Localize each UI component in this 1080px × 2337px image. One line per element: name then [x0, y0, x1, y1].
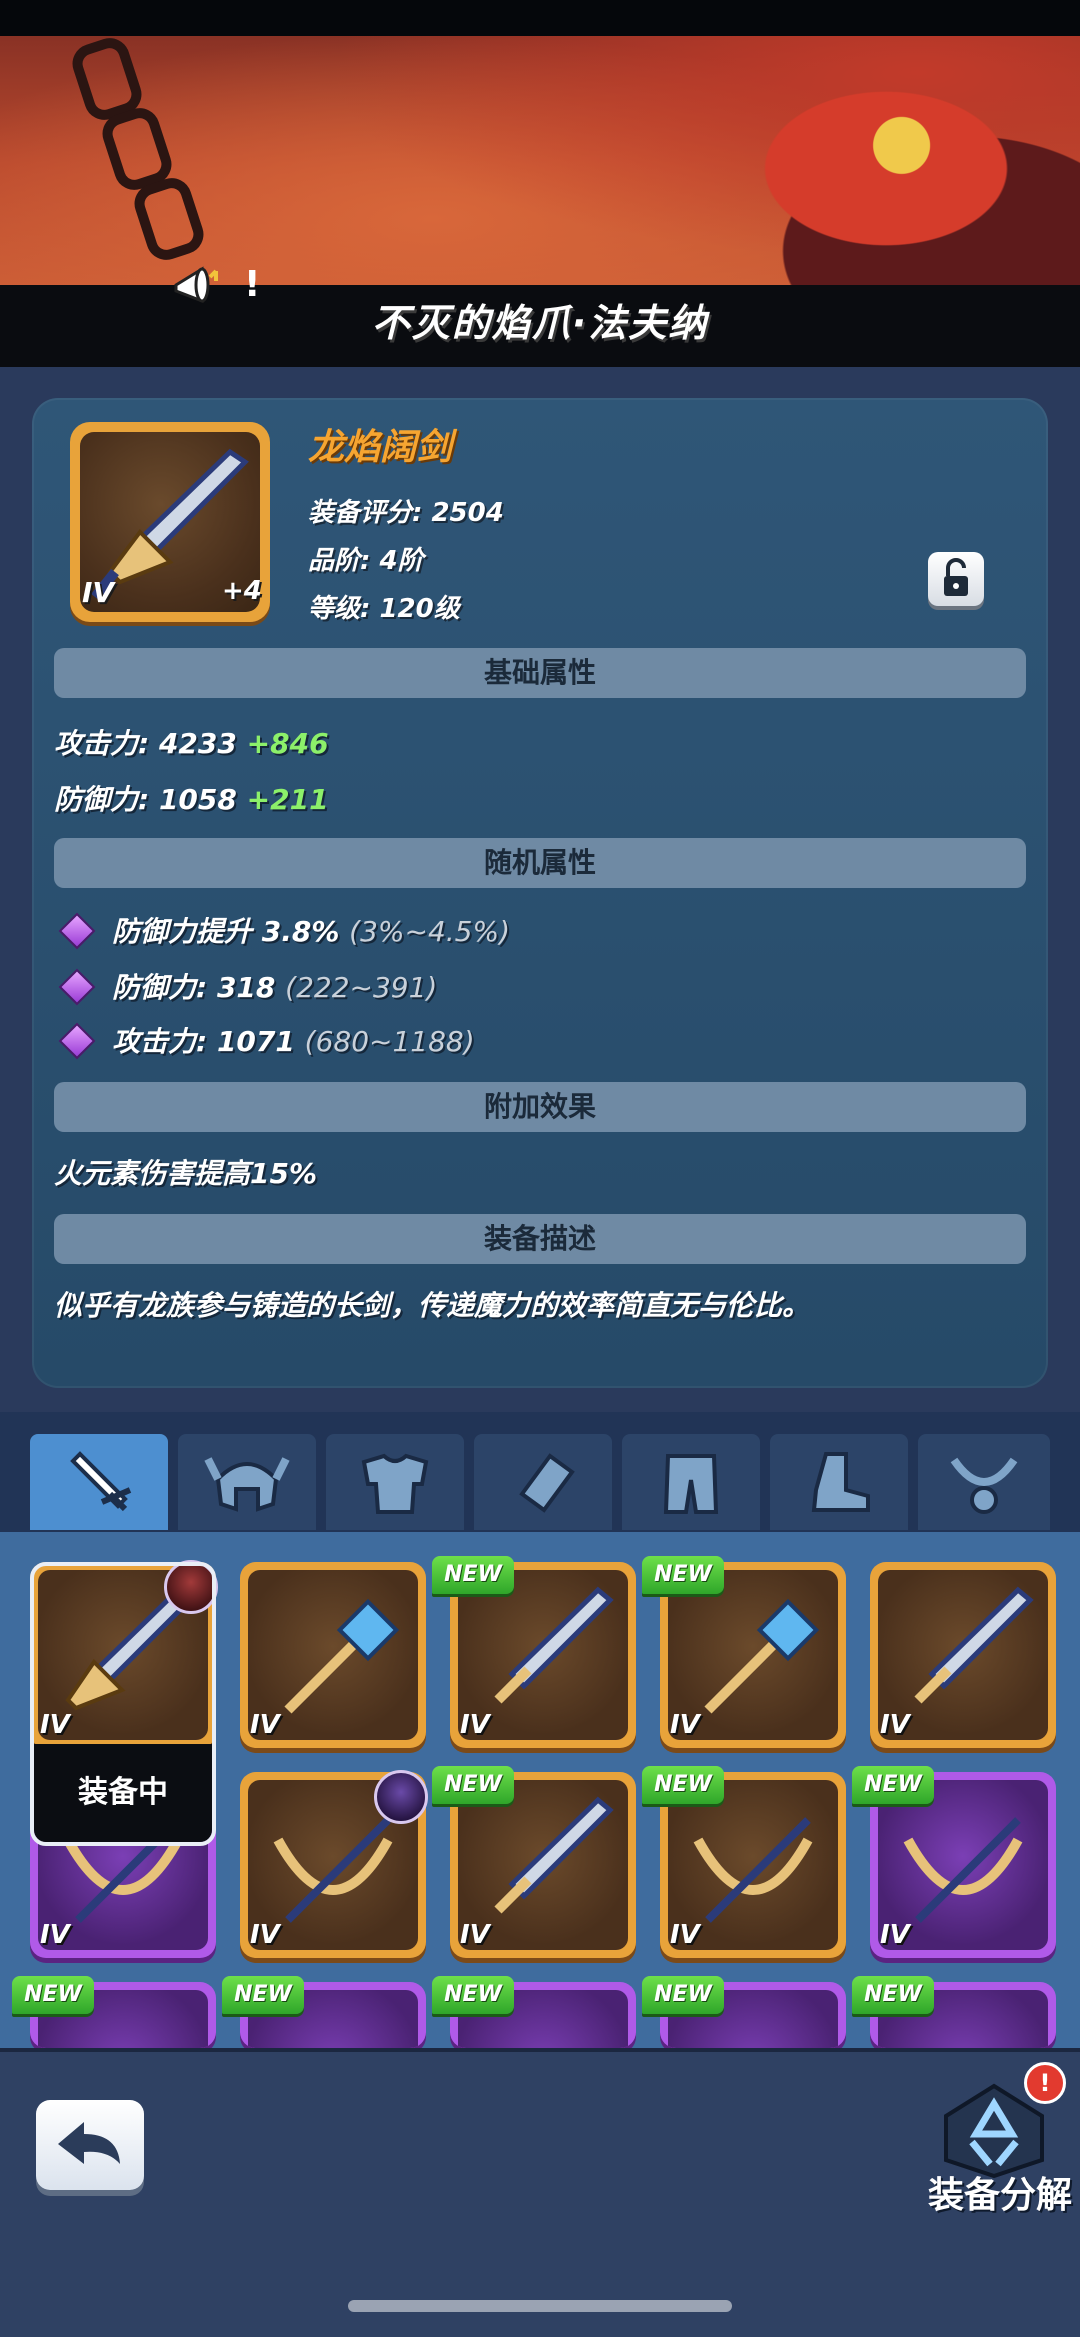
item-description: 似乎有龙族参与铸造的长剑，传递魔力的效率简直无与伦比。	[54, 1289, 811, 1322]
new-badge: NEW	[222, 1976, 304, 2014]
new-badge: NEW	[642, 1556, 724, 1594]
section-extra-effect: 附加效果	[54, 1082, 1026, 1132]
lock-button[interactable]	[928, 552, 984, 606]
inventory-slot[interactable]: IV	[870, 1562, 1056, 1748]
item-name: 龙焰阔剑	[308, 427, 453, 468]
tab-helmet[interactable]	[178, 1434, 316, 1530]
random-attr-1: 防御力提升 3.8% (3%~4.5%)	[112, 915, 511, 948]
random-attr-2: 防御力: 318 (222~391)	[112, 971, 438, 1004]
new-badge: NEW	[852, 1976, 934, 2014]
item-score: 装备评分: 2504	[308, 498, 504, 528]
tab-armor[interactable]	[326, 1434, 464, 1530]
tab-pants[interactable]	[622, 1434, 760, 1530]
item-enhance-level: +4	[222, 576, 262, 606]
new-badge: NEW	[432, 1556, 514, 1594]
unlock-icon	[944, 558, 968, 596]
tab-necklace[interactable]	[918, 1434, 1050, 1530]
section-random-attrs: 随机属性	[54, 838, 1026, 888]
equipped-label: 装备中	[78, 1775, 168, 1810]
base-attr-attack: 攻击力: 4233 +846	[54, 727, 329, 760]
back-arrow-icon	[58, 2122, 120, 2164]
new-badge: NEW	[642, 1766, 724, 1804]
bracer-icon	[519, 1453, 575, 1513]
tab-sword[interactable]	[30, 1434, 168, 1530]
pants-icon	[663, 1454, 719, 1514]
tab-bracer[interactable]	[474, 1434, 612, 1530]
dismantle-label[interactable]: 装备分解	[920, 2166, 1080, 2218]
helmet-icon	[204, 1457, 290, 1512]
alert-badge: !	[1024, 2062, 1066, 2104]
new-badge: NEW	[642, 1976, 724, 2014]
new-badge: NEW	[852, 1766, 934, 1804]
boss-name: 不灭的焰爪·法夫纳	[371, 301, 709, 345]
extra-effect-text: 火元素伤害提高15%	[54, 1157, 318, 1190]
new-badge: NEW	[12, 1976, 94, 2014]
armor-icon	[361, 1453, 429, 1514]
section-base-attrs: 基础属性	[54, 648, 1026, 698]
random-attr-3: 攻击力: 1071 (680~1188)	[112, 1025, 475, 1058]
item-grade: 品阶: 4阶	[308, 546, 424, 576]
home-indicator	[348, 2300, 732, 2312]
bottom-bar	[0, 2052, 1080, 2337]
tab-boots[interactable]	[770, 1434, 908, 1530]
section-description: 装备描述	[54, 1214, 1026, 1264]
base-attr-defense: 防御力: 1058 +211	[54, 783, 329, 816]
new-badge: NEW	[432, 1766, 514, 1804]
sword-icon	[70, 1451, 132, 1512]
item-level: 等级: 120级	[308, 594, 460, 624]
new-badge: NEW	[432, 1976, 514, 2014]
inventory-slot[interactable]: IV	[240, 1562, 426, 1748]
boots-icon	[811, 1452, 870, 1512]
back-button[interactable]	[36, 2100, 144, 2190]
character-avatar-badge	[374, 1770, 428, 1824]
item-tier: IV	[82, 576, 115, 609]
necklace-icon	[950, 1457, 1018, 1514]
